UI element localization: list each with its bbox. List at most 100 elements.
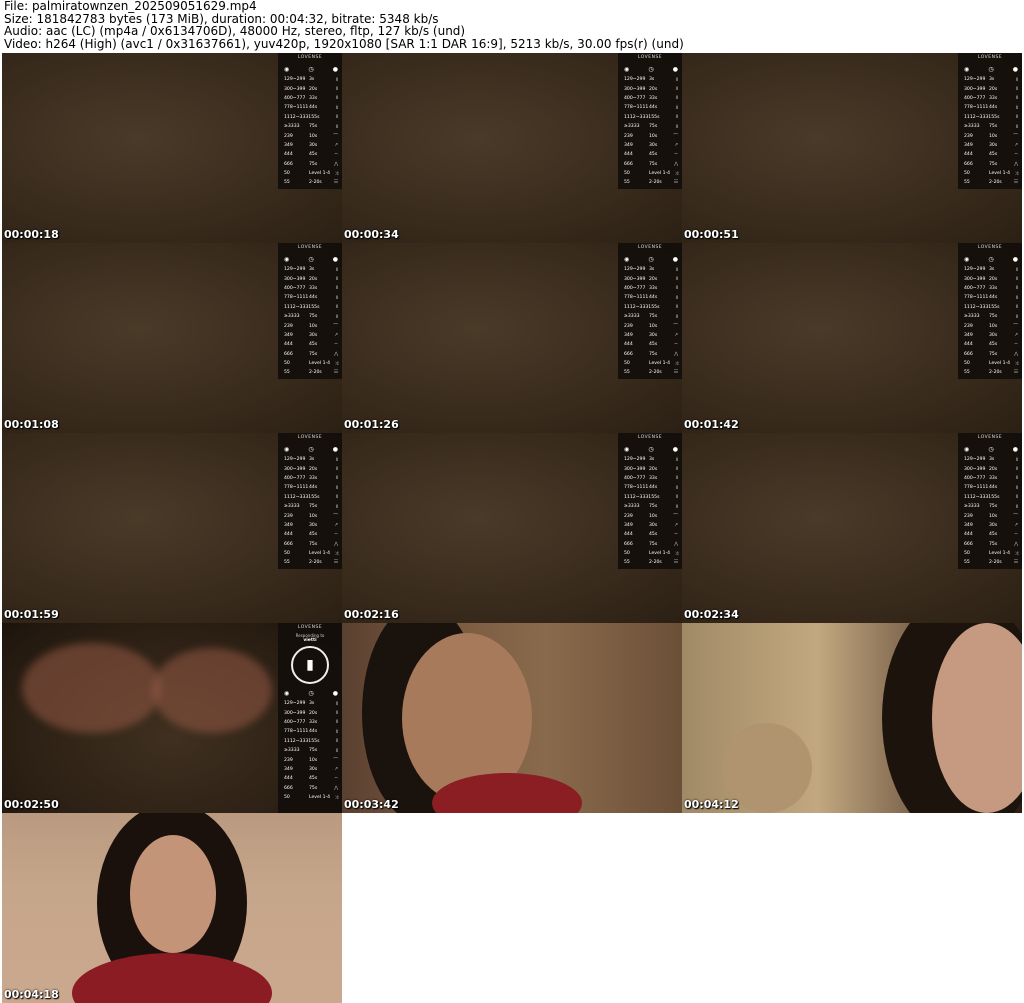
tip-amount: 300~399	[284, 710, 306, 716]
tip-level-row: 666 75s ⋀	[278, 160, 342, 169]
pattern-icon: ⤨	[334, 361, 338, 367]
pattern-icon: ⤨	[674, 361, 678, 367]
thumbnail[interactable]: LOVENSE Responding to vietti ▮ ◉ ◷ ● 129~299 3s ⦀…	[2, 623, 342, 813]
tip-amount: 778~1111	[284, 729, 309, 735]
tip-amount: ≥3333	[284, 748, 300, 754]
timestamp: 00:02:34	[684, 608, 739, 621]
tip-level-row: 1112~333155s ⦀	[618, 493, 682, 502]
tip-amount: 349	[284, 522, 293, 528]
tip-amount: 400~777	[964, 475, 986, 481]
tip-level-row: ≥3333 75s ⦀	[278, 312, 342, 321]
thumbnail[interactable]: 00:03:42	[342, 623, 682, 813]
thumbnail[interactable]: 00:04:18	[2, 813, 342, 1003]
tip-menu-panel-active: LOVENSE Responding to vietti ▮ ◉ ◷ ● 129~299 3s ⦀…	[278, 623, 342, 813]
thumbnail[interactable]: LOVENSE ◉ ◷ ● 129~299 3s ⦀ 300~399 20s ⦀ 400~777 33…	[682, 243, 1022, 433]
tip-duration: Level 1-4	[309, 551, 331, 557]
thumbnail[interactable]: LOVENSE ◉ ◷ ● 129~299 3s ⦀ 300~399 20s ⦀ 400~777 33…	[2, 433, 342, 623]
pattern-icon: ⤨	[1014, 171, 1018, 177]
tip-level-row: 300~399 20s ⦀	[618, 464, 682, 473]
tip-duration: 75s	[989, 351, 998, 357]
tip-duration: 75s	[989, 124, 998, 130]
panel-icons: ◉ ◷ ●	[958, 440, 1022, 455]
tip-amount: 129~299	[284, 267, 306, 273]
thumbnail[interactable]: LOVENSE ◉ ◷ ● 129~299 3s ⦀ 300~399 20s ⦀ 400~777 33…	[342, 433, 682, 623]
tip-level-row: 129~299 3s ⦀	[958, 75, 1022, 84]
tip-amount: 239	[964, 513, 973, 519]
tip-duration: 20s	[989, 276, 998, 282]
pattern-icon: ⌒	[673, 134, 678, 140]
tip-level-row: 50 Level 1-4 ⤨	[958, 359, 1022, 368]
tip-level-row: 300~399 20s ⦀	[278, 464, 342, 473]
tip-level-row: 349 30s ↗	[958, 521, 1022, 530]
pattern-icon: ⦀	[335, 495, 338, 501]
tip-duration: 2-20s	[649, 370, 662, 376]
thumbnail[interactable]: LOVENSE ◉ ◷ ● 129~299 3s ⦀ 300~399 20s ⦀ 400~777 33…	[682, 53, 1022, 243]
pattern-icon: ⦀	[335, 739, 338, 745]
pattern-icon: ∼	[1014, 342, 1018, 348]
tip-level-row: ≥3333 75s ⦀	[958, 122, 1022, 131]
tip-level-row: 300~399 20s ⦀	[958, 84, 1022, 93]
tip-amount: ≥3333	[964, 314, 980, 320]
tip-amount: 239	[624, 513, 633, 519]
pattern-icon: ⦀	[675, 314, 678, 320]
thumbnail[interactable]: 00:04:12	[682, 623, 1022, 813]
tip-amount: 239	[964, 133, 973, 139]
thumbnail[interactable]: LOVENSE ◉ ◷ ● 129~299 3s ⦀ 300~399 20s ⦀ 400~777 33…	[2, 53, 342, 243]
tip-amount: 50	[964, 171, 970, 177]
pattern-icon: ⤨	[334, 795, 338, 801]
tip-level-row: 444 45s ∼	[958, 150, 1022, 159]
tip-duration: 2-20s	[989, 560, 1002, 566]
tip-level-row: 666 75s ⋀	[618, 540, 682, 549]
panel-icons: ◉ ◷ ●	[278, 60, 342, 75]
pattern-icon: ⦀	[335, 115, 338, 121]
pattern-icon: ☷	[333, 370, 338, 376]
tip-amount: 129~299	[624, 77, 646, 83]
tip-level-row: 129~299 3s ⦀	[278, 455, 342, 464]
pattern-icon: ⦀	[335, 77, 338, 83]
tip-level-row: 778~1111 44s ⦀	[278, 483, 342, 492]
pattern-icon: ⌒	[333, 514, 338, 520]
thumbnail[interactable]: LOVENSE ◉ ◷ ● 129~299 3s ⦀ 300~399 20s ⦀ 400~777 33…	[342, 53, 682, 243]
tip-menu-panel: LOVENSE ◉ ◷ ● 129~299 3s ⦀ 300~399 20s ⦀ 400~777 33…	[618, 243, 682, 379]
clock-icon: ◷	[648, 256, 654, 263]
tip-duration: 30s	[649, 332, 658, 338]
pattern-icon: ⤨	[674, 171, 678, 177]
tip-duration: 44s	[309, 295, 318, 301]
tip-duration: 44s	[989, 295, 998, 301]
pattern-icon: ⋀	[334, 161, 338, 167]
tip-amount: 300~399	[964, 276, 986, 282]
toy-icon: ◉	[964, 256, 970, 263]
pattern-icon: ⦀	[1015, 485, 1018, 491]
thumbnail[interactable]: LOVENSE ◉ ◷ ● 129~299 3s ⦀ 300~399 20s ⦀ 400~777 33…	[682, 433, 1022, 623]
tip-amount: ≥3333	[284, 504, 300, 510]
toy-icon: ◉	[964, 446, 970, 453]
tip-menu-panel: LOVENSE ◉ ◷ ● 129~299 3s ⦀ 300~399 20s ⦀ 400~777 33…	[278, 53, 342, 189]
thumbnail[interactable]: LOVENSE ◉ ◷ ● 129~299 3s ⦀ 300~399 20s ⦀ 400~777 33…	[2, 243, 342, 433]
tip-level-row: ≥3333 75s ⦀	[958, 312, 1022, 321]
dot-icon: ●	[332, 66, 338, 73]
tip-menu-panel: LOVENSE ◉ ◷ ● 129~299 3s ⦀ 300~399 20s ⦀ 400~777 33…	[618, 433, 682, 569]
tip-amount: 300~399	[284, 86, 306, 92]
tip-duration: 30s	[989, 522, 998, 528]
dot-icon: ●	[332, 256, 338, 263]
tip-duration: 30s	[309, 766, 318, 772]
tip-level-row: 666 75s ⋀	[958, 540, 1022, 549]
tip-level-row: 444 45s ∼	[958, 530, 1022, 539]
tip-amount: 300~399	[624, 466, 646, 472]
tip-duration: Level 1-4	[989, 171, 1011, 177]
pattern-icon: ⤨	[674, 551, 678, 557]
tip-duration: 10s	[989, 513, 998, 519]
tip-level-row: 55 2-20s ☷	[618, 368, 682, 377]
pattern-icon: ↗	[1014, 522, 1018, 528]
pattern-icon: ↗	[334, 766, 338, 772]
tip-duration: 75s	[649, 504, 658, 510]
clothing-shape	[72, 953, 272, 1003]
pattern-icon: ⦀	[675, 467, 678, 473]
tip-duration: 20s	[309, 710, 318, 716]
tip-amount: 50	[284, 361, 290, 367]
tip-duration: 45s	[649, 342, 658, 348]
thumbnail[interactable]: LOVENSE ◉ ◷ ● 129~299 3s ⦀ 300~399 20s ⦀ 400~777 33…	[342, 243, 682, 433]
pattern-icon: ⦀	[1015, 295, 1018, 301]
pattern-icon: ∼	[334, 532, 338, 538]
pattern-icon: ∼	[334, 342, 338, 348]
